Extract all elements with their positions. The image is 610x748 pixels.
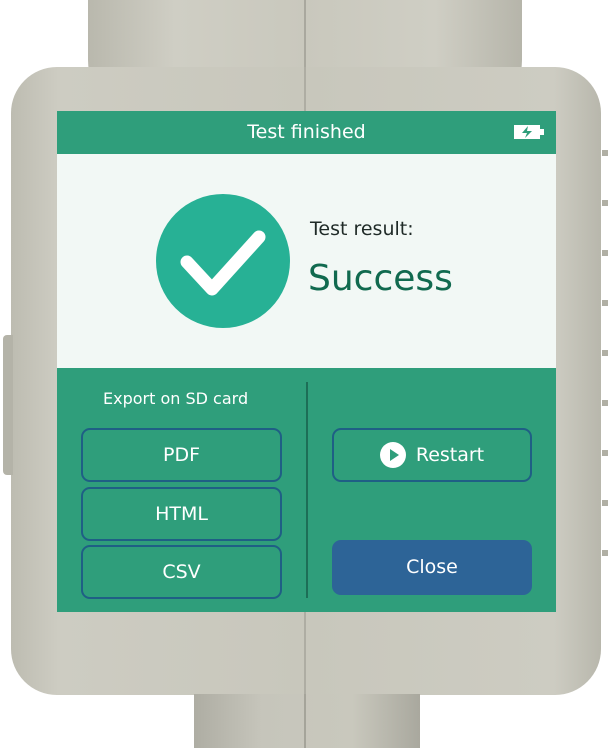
device-ridge: [602, 350, 608, 356]
actions-panel: Export on SD card PDF HTML CSV Restart C…: [57, 368, 556, 612]
export-csv-button[interactable]: CSV: [81, 545, 282, 599]
device-ridge: [602, 300, 608, 306]
export-pdf-button[interactable]: PDF: [81, 428, 282, 482]
checkmark-icon: [180, 230, 266, 296]
result-panel: Test result: Success: [57, 154, 556, 368]
device-seam: [304, 67, 306, 111]
play-icon: [379, 442, 406, 468]
device-ridge: [602, 150, 608, 156]
restart-label: Restart: [415, 444, 485, 466]
close-label: Close: [406, 556, 458, 578]
export-html-button[interactable]: HTML: [81, 487, 282, 541]
export-section-title: Export on SD card: [103, 389, 249, 408]
device-side-button[interactable]: [3, 335, 13, 475]
device-ridge: [602, 500, 608, 506]
device-ridge: [602, 550, 608, 556]
export-html-label: HTML: [155, 503, 208, 525]
device-ridge: [602, 400, 608, 406]
device-seam: [304, 694, 306, 748]
section-divider: [306, 382, 308, 598]
device-ridge: [602, 450, 608, 456]
device-ridge: [602, 250, 608, 256]
battery-charging-icon: [514, 125, 544, 139]
export-pdf-label: PDF: [162, 444, 201, 466]
restart-content: Restart: [379, 430, 485, 480]
device-handle: [194, 694, 420, 748]
export-csv-label: CSV: [162, 561, 201, 583]
screen-title: Test finished: [247, 121, 366, 143]
close-button[interactable]: Close: [332, 540, 532, 595]
result-value: Success: [308, 258, 453, 299]
device-seam: [304, 612, 306, 695]
device-ridge: [602, 200, 608, 206]
restart-button[interactable]: Restart: [332, 428, 532, 482]
device-screen: Test finished Test result: Success Expor…: [57, 111, 556, 612]
title-bar: Test finished: [57, 111, 556, 154]
result-label: Test result:: [310, 218, 414, 240]
success-badge: [156, 194, 290, 328]
